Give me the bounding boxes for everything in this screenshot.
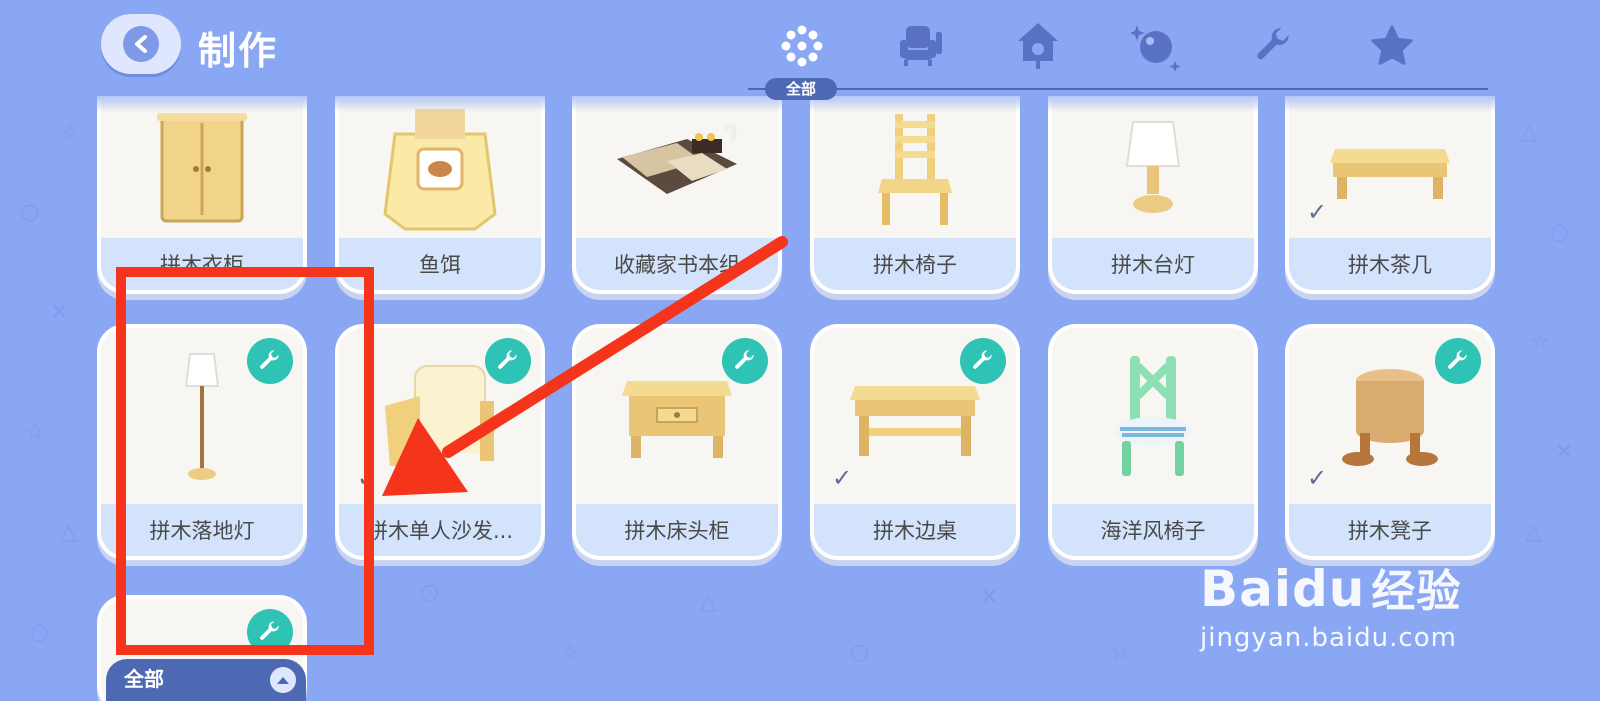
watermark-logo-cn: 经验 bbox=[1371, 566, 1462, 617]
baidu-jingyan-watermark: Baidu 经验 jingyan.baidu.com bbox=[1200, 555, 1500, 655]
watermark-url: jingyan.baidu.com bbox=[1200, 623, 1457, 653]
watermark-logo-latin: Bai bbox=[1200, 560, 1292, 618]
watermark-logo-paw: du bbox=[1292, 560, 1366, 618]
